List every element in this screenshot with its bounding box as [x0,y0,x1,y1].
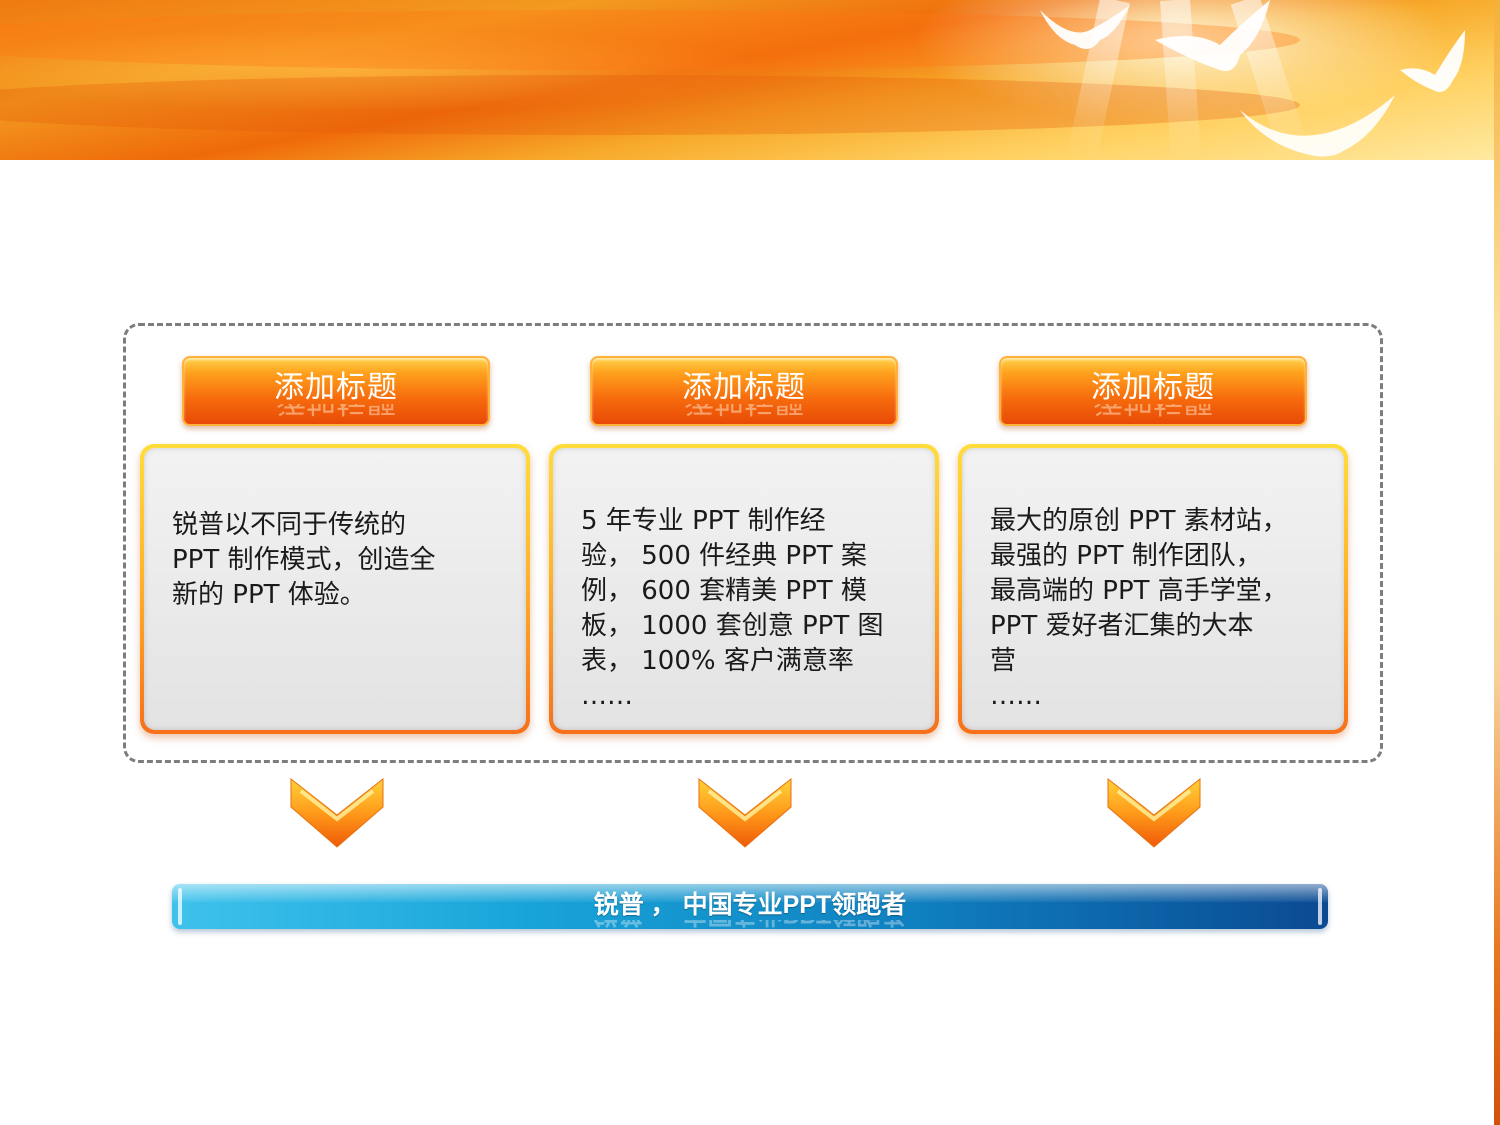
section-title-reflection-3: 添加标题 [1001,404,1305,418]
section-title-button-1[interactable]: 添加标题 添加标题 [182,356,490,426]
slogan-text: 锐普 ， 中国专业PPT领跑者 [593,891,907,919]
section-title-2: 添加标题 [682,370,806,405]
slogan-bar[interactable]: 锐普 ， 中国专业PPT领跑者 锐普 ， 中国专业PPT领跑者 [172,884,1328,929]
section-card-body-2: 5 年专业 PPT 制作经 验， 500 件经典 PPT 案 例， 600 套精… [553,448,935,730]
chevron-down-icon [698,777,792,848]
section-text-1: 锐普以不同于传统的 PPT 制作模式，创造全 新的 PPT 体验。 [172,510,436,610]
section-title-button-3[interactable]: 添加标题 添加标题 [999,356,1307,426]
chevron-down-icon [1107,777,1201,848]
slogan-reflection: 锐普 ， 中国专业PPT领跑者 [172,920,1328,929]
section-title-3: 添加标题 [1091,370,1215,405]
section-title-button-2[interactable]: 添加标题 添加标题 [590,356,898,426]
section-card-3: 最大的原创 PPT 素材站， 最强的 PPT 制作团队， 最高端的 PPT 高手… [958,444,1348,734]
section-title-reflection-1: 添加标题 [184,404,488,418]
section-card-body-1: 锐普以不同于传统的 PPT 制作模式，创造全 新的 PPT 体验。 [144,448,526,730]
dove-icon [1240,95,1395,157]
dove-icon [1155,0,1270,71]
dove-icon [1040,5,1130,49]
section-card-1: 锐普以不同于传统的 PPT 制作模式，创造全 新的 PPT 体验。 [140,444,530,734]
section-title-1: 添加标题 [274,370,398,405]
section-card-body-3: 最大的原创 PPT 素材站， 最强的 PPT 制作团队， 最高端的 PPT 高手… [962,448,1344,730]
section-text-3: 最大的原创 PPT 素材站， 最强的 PPT 制作团队， 最高端的 PPT 高手… [990,506,1288,711]
right-edge-strip [1494,0,1500,1125]
section-text-2: 5 年专业 PPT 制作经 验， 500 件经典 PPT 案 例， 600 套精… [581,506,884,711]
dove-icon [1400,30,1465,93]
chevron-down-icon [290,777,384,848]
header-banner [0,0,1494,160]
section-card-2: 5 年专业 PPT 制作经 验， 500 件经典 PPT 案 例， 600 套精… [549,444,939,734]
section-title-reflection-2: 添加标题 [592,404,896,418]
